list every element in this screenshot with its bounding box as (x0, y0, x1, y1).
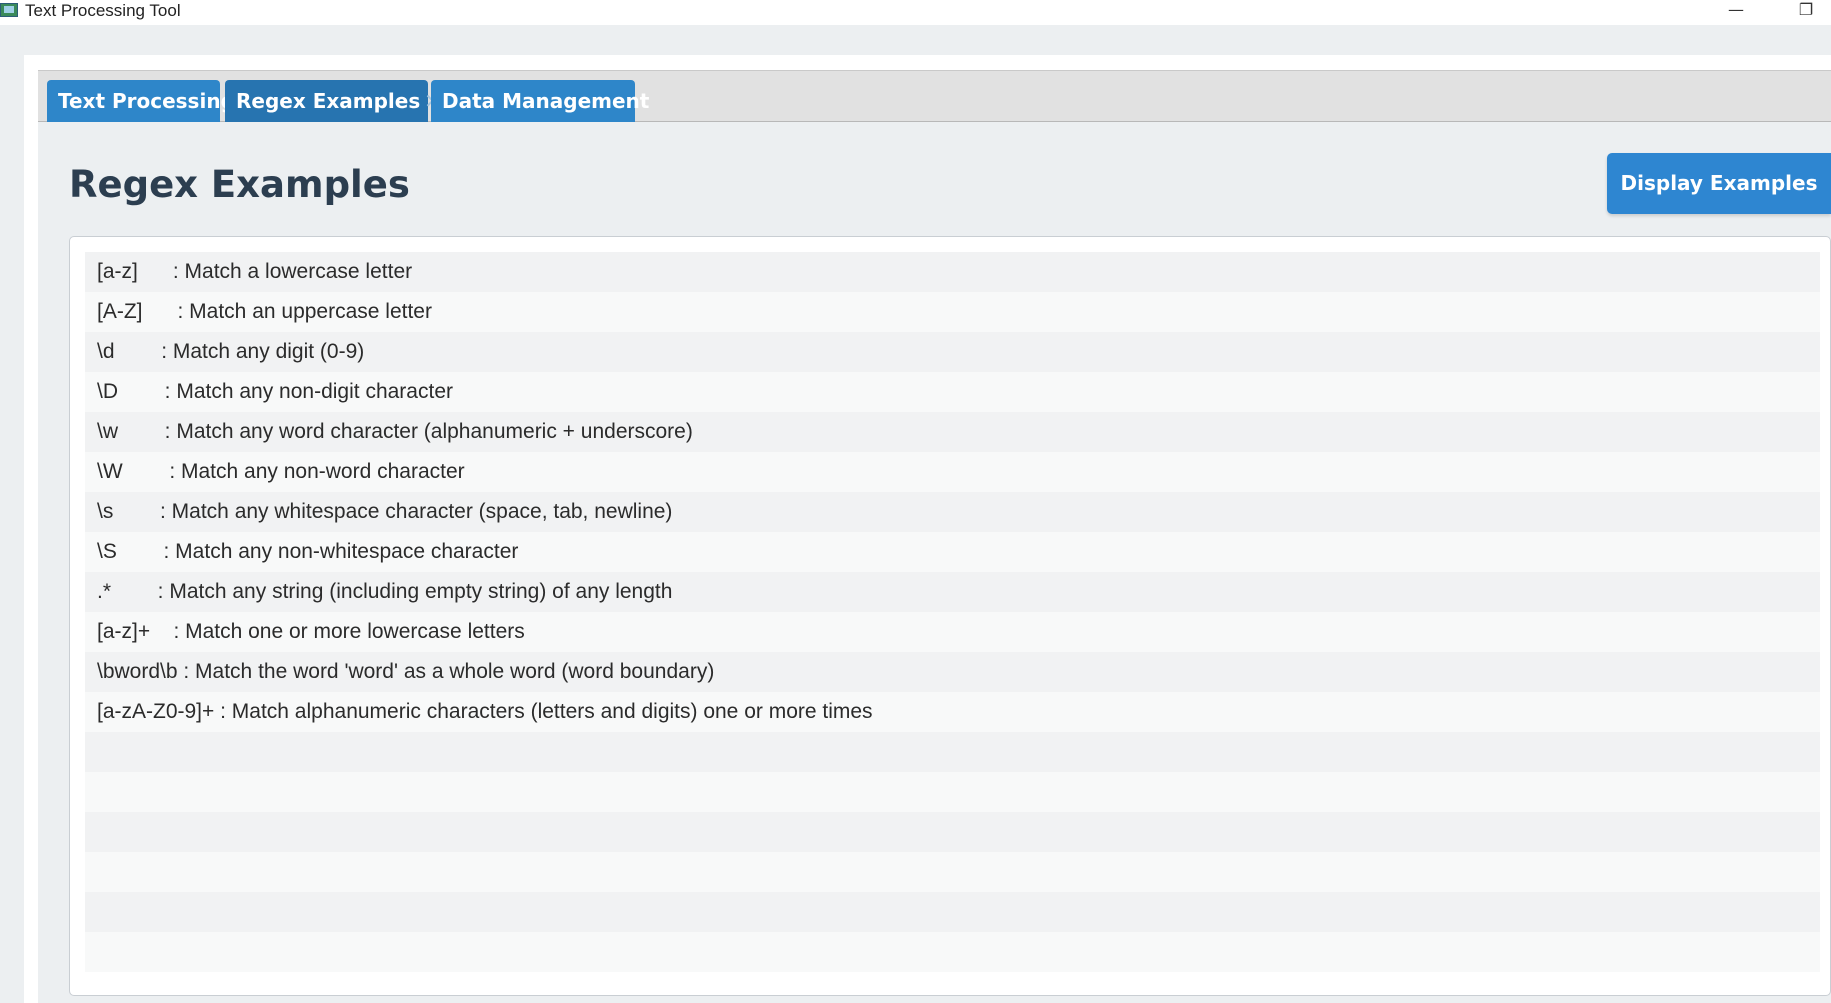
tab-regex-examples[interactable]: Regex Examples✕ (225, 80, 441, 122)
display-examples-button[interactable]: Display Examples (1607, 153, 1831, 214)
list-item-empty[interactable] (85, 892, 1820, 932)
list-item[interactable]: [a-zA-Z0-9]+ : Match alphanumeric charac… (85, 692, 1820, 732)
restore-button[interactable]: ❐ (1786, 0, 1826, 22)
title-bar: Text Processing Tool — ❐ (0, 0, 1831, 25)
list-item[interactable]: [a-z]+ : Match one or more lowercase let… (85, 612, 1820, 652)
list-item[interactable]: [A-Z] : Match an uppercase letter (85, 292, 1820, 332)
tab-label: Text Processing (58, 89, 235, 113)
list-item[interactable]: \d : Match any digit (0-9) (85, 332, 1820, 372)
list-item[interactable]: \bword\b : Match the word 'word' as a wh… (85, 652, 1820, 692)
list-item[interactable]: \w : Match any word character (alphanume… (85, 412, 1820, 452)
list-item[interactable]: [a-z] : Match a lowercase letter (85, 252, 1820, 292)
list-item-empty[interactable] (85, 772, 1820, 812)
tab-label: Regex Examples (236, 89, 421, 113)
list-item[interactable]: \S : Match any non-whitespace character (85, 532, 1820, 572)
app-icon (0, 3, 18, 17)
list-item-empty[interactable] (85, 932, 1820, 972)
list-item-empty[interactable] (85, 812, 1820, 852)
tab-data-management[interactable]: Data Management (431, 80, 649, 122)
minimize-button[interactable]: — (1716, 0, 1756, 22)
list-item[interactable]: .* : Match any string (including empty s… (85, 572, 1820, 612)
page-title: Regex Examples (69, 163, 410, 206)
tab-label: Data Management (442, 89, 650, 113)
list-item[interactable]: \W : Match any non-word character (85, 452, 1820, 492)
window-title: Text Processing Tool (25, 1, 181, 20)
tab-text-processing[interactable]: Text Processing (47, 80, 235, 122)
list-item[interactable]: \D : Match any non-digit character (85, 372, 1820, 412)
list-item-empty[interactable] (85, 852, 1820, 892)
examples-list[interactable]: [a-z] : Match a lowercase letter [A-Z] :… (85, 252, 1820, 976)
list-item-empty[interactable] (85, 732, 1820, 772)
list-item[interactable]: \s : Match any whitespace character (spa… (85, 492, 1820, 532)
